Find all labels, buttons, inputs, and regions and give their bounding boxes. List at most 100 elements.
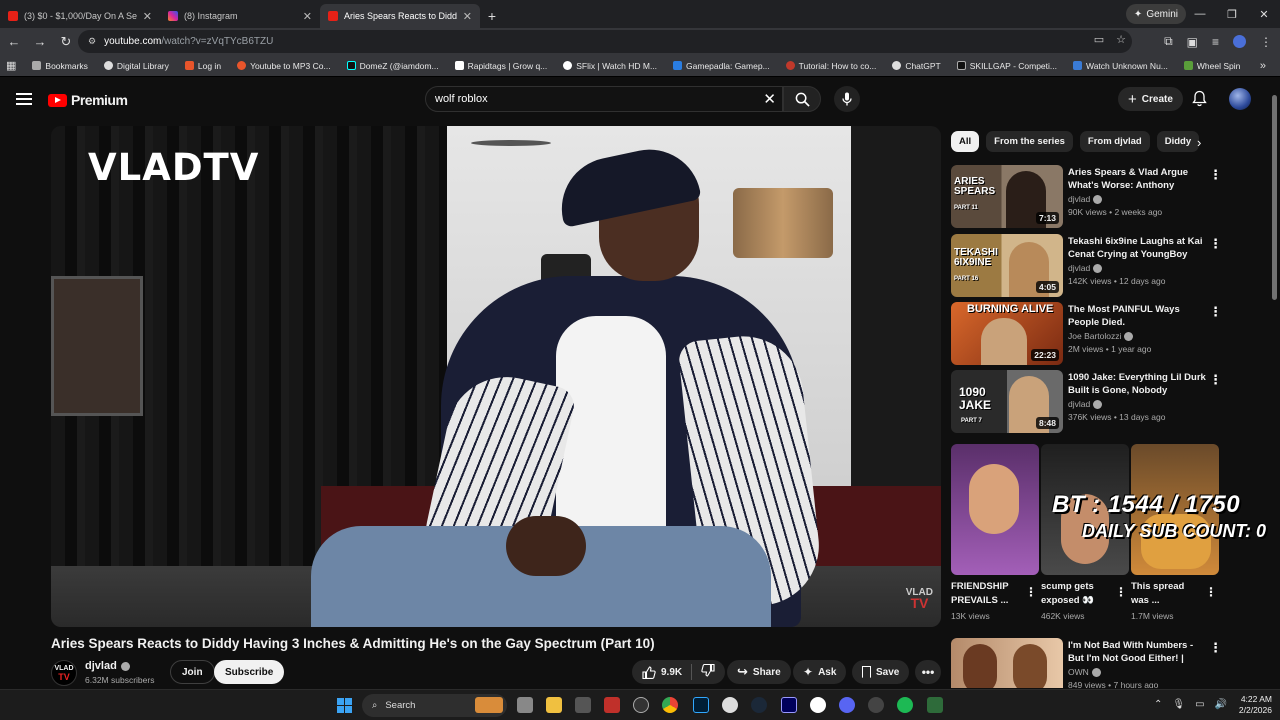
recommended-video[interactable]: TEKASHI 6IX9INE PART 16 4:05 Tekashi 6ix… <box>951 234 1269 298</box>
bookmark-item[interactable]: DomeZ (@iamdom... <box>341 61 445 71</box>
dislike-button[interactable] <box>701 663 715 680</box>
apps-grid-icon[interactable]: ▦ <box>6 59 16 72</box>
bookmark-star-icon[interactable]: ☆ <box>1116 33 1126 46</box>
app-icon[interactable] <box>927 697 943 713</box>
chip-from-channel[interactable]: From djvlad <box>1079 131 1150 152</box>
bookmark-item[interactable]: SFlix | Watch HD M... <box>557 61 663 71</box>
create-button[interactable]: + Create <box>1118 87 1183 111</box>
more-vertical-icon[interactable]: ⋮ <box>1209 640 1222 656</box>
photoshop-icon[interactable] <box>693 697 709 713</box>
voice-search-button[interactable] <box>834 86 860 112</box>
search-button[interactable] <box>783 86 821 112</box>
notifications-button[interactable] <box>1192 90 1207 112</box>
more-vertical-icon[interactable]: ⋮ <box>1205 585 1217 599</box>
google-icon[interactable] <box>810 697 826 713</box>
save-button[interactable]: Save <box>852 660 910 684</box>
browser-tab[interactable]: (3) $0 - $1,000/Day On A Secret ✕ <box>0 4 160 28</box>
more-vertical-icon[interactable]: ⋮ <box>1209 372 1222 388</box>
youtube-logo[interactable]: Premium <box>48 92 128 108</box>
recommended-video[interactable]: I'm Not Bad With Numbers - But I'm Not G… <box>951 638 1269 688</box>
chevron-right-icon[interactable]: › <box>1197 135 1201 150</box>
clear-search-icon[interactable]: ✕ <box>763 90 776 108</box>
app-icon[interactable] <box>722 697 738 713</box>
video-thumbnail[interactable]: BURNING ALIVE 22:23 <box>951 302 1063 365</box>
bookmark-item[interactable]: Youtube to MP3 Co... <box>231 61 337 71</box>
steam-icon[interactable] <box>751 697 767 713</box>
restore-icon[interactable]: ❐ <box>1216 0 1248 28</box>
url-bar[interactable]: ⚙ youtube.com/watch?v=zVqTYcB6TZU ▭ ☆ <box>78 30 1132 53</box>
more-vertical-icon[interactable]: ⋮ <box>1209 304 1222 320</box>
close-window-icon[interactable]: ✕ <box>1248 0 1280 28</box>
account-avatar[interactable] <box>1229 88 1251 110</box>
page-scrollbar[interactable] <box>1272 95 1277 300</box>
subscribe-button[interactable]: Subscribe <box>214 660 285 684</box>
minimize-icon[interactable]: — <box>1184 0 1216 28</box>
like-button[interactable]: 9.9K <box>642 665 682 679</box>
more-vertical-icon[interactable]: ⋮ <box>1209 167 1222 183</box>
forward-arrow-icon[interactable]: → <box>28 30 52 54</box>
recommended-video[interactable]: BURNING ALIVE 22:23 The Most PAINFUL Way… <box>951 302 1269 366</box>
close-tab-icon[interactable]: ✕ <box>303 10 312 23</box>
discord-icon[interactable] <box>839 697 855 713</box>
video-thumbnail[interactable]: 1090 JAKE PART 7 8:48 <box>951 370 1063 433</box>
menu-kebab-icon[interactable]: ⋮ <box>1260 35 1272 49</box>
system-clock[interactable]: 4:22 AM 2/2/2026 <box>1239 694 1272 716</box>
windows-start-icon[interactable] <box>337 698 352 713</box>
channel-avatar[interactable]: VLAD TV <box>51 660 77 686</box>
app-icon[interactable] <box>604 697 620 713</box>
recommended-video[interactable]: ARIES SPEARS PART 11 7:13 Aries Spears &… <box>951 165 1269 229</box>
join-button[interactable]: Join <box>170 660 215 684</box>
channel-name[interactable]: djvlad <box>85 660 130 672</box>
share-button[interactable]: ↪ Share <box>727 660 791 684</box>
bookmark-item[interactable]: Gamepadla: Gamep... <box>667 61 776 71</box>
network-icon[interactable]: ▭ <box>1195 699 1204 710</box>
chip-from-series[interactable]: From the series <box>986 131 1073 152</box>
cast-icon[interactable]: ▭ <box>1094 33 1104 46</box>
sidebar-icon[interactable]: ▣ <box>1187 35 1198 49</box>
premiere-icon[interactable] <box>781 697 797 713</box>
app-icon[interactable] <box>868 697 884 713</box>
more-vertical-icon[interactable]: ⋮ <box>1209 236 1222 252</box>
bookmark-item[interactable]: ChatGPT <box>886 61 946 71</box>
widgets-icon[interactable] <box>475 697 503 713</box>
microphone-icon[interactable]: 🎙 <box>1172 699 1185 710</box>
close-tab-icon[interactable]: ✕ <box>463 10 472 23</box>
video-thumbnail[interactable]: TEKASHI 6IX9INE PART 16 4:05 <box>951 234 1063 297</box>
bookmark-item[interactable]: Tutorial: How to co... <box>780 61 883 71</box>
app-icon[interactable] <box>633 697 649 713</box>
recommended-video[interactable]: 1090 JAKE PART 7 8:48 1090 Jake: Everyth… <box>951 370 1269 434</box>
media-icon[interactable]: ≡ <box>1212 35 1219 49</box>
chevron-up-icon[interactable]: ⌃ <box>1154 699 1162 710</box>
back-arrow-icon[interactable]: ← <box>2 30 26 54</box>
close-tab-icon[interactable]: ✕ <box>143 10 152 23</box>
chip-diddy[interactable]: Diddy <box>1156 131 1200 152</box>
video-thumbnail[interactable] <box>951 638 1063 688</box>
hamburger-menu-icon[interactable] <box>16 93 32 105</box>
more-bookmarks-chevron-icon[interactable]: » <box>1260 60 1266 72</box>
bookmark-item[interactable]: Bookmarks <box>26 61 94 71</box>
bookmark-item[interactable]: Watch Unknown Nu... <box>1067 61 1174 71</box>
spotify-icon[interactable] <box>897 697 913 713</box>
volume-icon[interactable]: 🔊 <box>1215 699 1227 710</box>
gemini-button[interactable]: ✦ Gemini <box>1125 4 1186 24</box>
video-player[interactable]: VLADTV VLAD TV <box>51 126 941 627</box>
more-vertical-icon[interactable]: ⋮ <box>1115 585 1127 599</box>
task-view-icon[interactable] <box>517 697 533 713</box>
more-vertical-icon[interactable]: ⋮ <box>1025 585 1037 599</box>
browser-tab-active[interactable]: Aries Spears Reacts to Diddy Ha ✕ <box>320 4 480 28</box>
bookmark-item[interactable]: Digital Library <box>98 61 175 71</box>
chip-all[interactable]: All <box>951 131 980 152</box>
file-explorer-icon[interactable] <box>546 697 562 713</box>
bookmark-item[interactable]: Log in <box>179 61 227 71</box>
bookmark-item[interactable]: Wheel Spin <box>1178 61 1246 71</box>
short-item[interactable]: FRIENDSHIP PREVAILS ... 13K views ⋮ <box>951 444 1039 621</box>
browser-tab[interactable]: (8) Instagram ✕ <box>160 4 320 28</box>
bookmark-item[interactable]: SKILLGAP - Competi... <box>951 61 1063 71</box>
calculator-icon[interactable] <box>575 697 591 713</box>
extensions-icon[interactable]: ⧉ <box>1164 34 1173 49</box>
more-actions-button[interactable]: ••• <box>915 660 941 684</box>
profile-icon[interactable] <box>1233 35 1246 48</box>
site-info-icon[interactable]: ⚙ <box>88 36 96 47</box>
short-thumbnail[interactable] <box>951 444 1039 575</box>
new-tab-button[interactable]: + <box>480 4 504 28</box>
